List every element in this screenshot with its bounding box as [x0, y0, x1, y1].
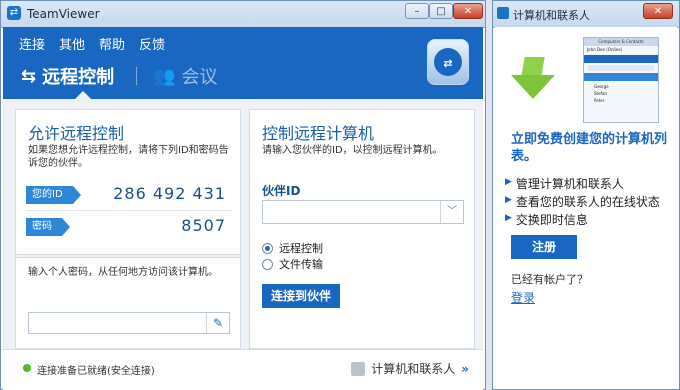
- preview-entry: George: [594, 84, 609, 89]
- teamviewer-logo-icon: ⇄: [7, 6, 21, 20]
- control-remote-computer-panel: 控制远程计算机 请输入您伙伴的ID，以控制远程计算机。 伙伴ID ﹀ 远程控制 …: [249, 109, 475, 349]
- feature-text: 查看您的联系人的在线状态: [515, 195, 660, 209]
- personal-password-panel: 输入个人密码，从任何地方访问该计算机。 ✎: [15, 257, 241, 349]
- triangle-bullet-icon: ▶: [505, 177, 512, 187]
- menu-help[interactable]: 帮助: [99, 34, 125, 53]
- triangle-bullet-icon: ▶: [505, 213, 512, 223]
- menu-feedback[interactable]: 反馈: [139, 34, 165, 53]
- control-panel-title: 控制远程计算机: [262, 124, 375, 143]
- partner-id-input[interactable]: ﹀: [262, 200, 464, 224]
- preview-entry: Peter: [594, 98, 605, 103]
- maximize-button[interactable]: □: [429, 3, 453, 19]
- menu-extras[interactable]: 其他: [59, 34, 85, 53]
- active-tab-pointer: [75, 91, 91, 99]
- tab-meeting-label: 会议: [181, 67, 218, 88]
- password-value[interactable]: 8507: [181, 216, 226, 235]
- computers-contacts-link[interactable]: 计算机和联系人 »: [351, 360, 469, 377]
- tab-meeting[interactable]: 👥 会议: [153, 63, 217, 89]
- radio-remote-control-label: 远程控制: [279, 242, 323, 255]
- signup-headline: 立即免费创建您的计算机列表。: [511, 132, 668, 164]
- chevron-down-icon[interactable]: ﹀: [440, 201, 463, 223]
- status-bar: 连接准备已就绪(安全连接) 计算机和联系人 »: [3, 349, 483, 390]
- your-id-label: 您的ID: [26, 186, 81, 204]
- double-chevron-right-icon: »: [461, 361, 469, 376]
- teamviewer-brand-icon: ⇄: [427, 39, 469, 85]
- login-link[interactable]: 登录: [511, 289, 535, 306]
- feature-text: 管理计算机和联系人: [515, 177, 624, 191]
- computers-contacts-label: 计算机和联系人: [371, 362, 456, 376]
- close-button[interactable]: ✕: [453, 3, 483, 19]
- allow-panel-title: 允许远程控制: [28, 124, 125, 143]
- feature-text: 交换即时信息: [515, 213, 588, 227]
- side-close-button[interactable]: ✕: [643, 3, 673, 19]
- allow-remote-control-panel: 允许远程控制 如果您想允许远程控制，请将下列ID和密码告诉您的伙伴。 您的ID …: [15, 109, 241, 255]
- tab-remote-control[interactable]: ⇆ 远程控制: [21, 63, 114, 89]
- feature-item: ▶ 管理计算机和联系人: [505, 175, 624, 192]
- tab-divider: [136, 67, 138, 85]
- status-text: 连接准备已就绪(安全连接): [37, 366, 155, 377]
- title-bar[interactable]: ⇄ TeamViewer – □ ✕: [1, 1, 485, 28]
- minimize-button[interactable]: –: [405, 3, 429, 19]
- feature-item: ▶ 交换即时信息: [505, 211, 588, 228]
- contacts-app-icon: [497, 7, 509, 19]
- control-panel-description: 请输入您伙伴的ID，以控制远程计算机。: [262, 145, 443, 156]
- menu-bar: 连接 其他 帮助 反馈: [19, 34, 165, 53]
- partner-id-label: 伙伴ID: [262, 184, 301, 198]
- preview-user: John Doe (Online): [587, 47, 623, 52]
- preview-header: Computers & Contacts: [584, 38, 658, 46]
- divider: [26, 210, 232, 211]
- triangle-bullet-icon: ▶: [505, 195, 512, 205]
- green-arrow-icon: [521, 57, 545, 77]
- tab-remote-control-label: 远程控制: [42, 67, 115, 88]
- teamviewer-main-window: ⇄ TeamViewer – □ ✕ 连接 其他 帮助 反馈 ⇆ 远程控制 👥 …: [0, 0, 486, 390]
- mode-tabs: ⇆ 远程控制 👥 会议: [21, 63, 218, 89]
- side-window-title: 计算机和联系人: [513, 9, 590, 22]
- computers-contacts-window: 计算机和联系人 ✕ Computers & Contacts John Doe …: [492, 0, 680, 390]
- feature-item: ▶ 查看您的联系人的在线状态: [505, 193, 660, 210]
- side-content: Computers & Contacts John Doe (Online) G…: [495, 27, 677, 389]
- preview-entry: Stefan: [594, 91, 607, 96]
- content-area: 允许远程控制 如果您想允许远程控制，请将下列ID和密码告诉您的伙伴。 您的ID …: [3, 99, 483, 349]
- people-icon: 👥: [153, 65, 176, 87]
- status-online-icon: [23, 364, 31, 372]
- radio-unselected-icon: [262, 258, 273, 270]
- header-bar: 连接 其他 帮助 反馈 ⇆ 远程控制 👥 会议 ⇄: [3, 27, 483, 99]
- radio-remote-control[interactable]: 远程控制: [262, 240, 323, 256]
- pencil-icon[interactable]: ✎: [206, 313, 229, 333]
- side-title-bar[interactable]: 计算机和联系人 ✕: [493, 1, 679, 28]
- contact-card-icon: [351, 361, 366, 376]
- signup-button[interactable]: 注册: [511, 235, 577, 259]
- radio-file-transfer[interactable]: 文件传输: [262, 256, 323, 272]
- personal-password-input[interactable]: ✎: [28, 312, 230, 334]
- radio-file-transfer-label: 文件传输: [279, 258, 323, 271]
- green-arrow-head: [511, 75, 555, 99]
- arrows-icon: ⇆: [21, 65, 37, 87]
- radio-selected-icon: [262, 242, 273, 254]
- personal-password-hint: 输入个人密码，从任何地方访问该计算机。: [28, 267, 218, 278]
- menu-connect[interactable]: 连接: [19, 34, 45, 53]
- have-account-text: 已经有帐户了？: [511, 273, 588, 286]
- allow-panel-description: 如果您想允许远程控制，请将下列ID和密码告诉您的伙伴。: [28, 145, 229, 169]
- your-id-value[interactable]: 286 492 431: [113, 184, 226, 203]
- connect-to-partner-button[interactable]: 连接到伙伴: [262, 284, 340, 308]
- window-title: TeamViewer: [27, 7, 100, 21]
- contacts-preview-image: Computers & Contacts John Doe (Online) G…: [583, 37, 659, 123]
- password-label: 密码: [26, 218, 70, 236]
